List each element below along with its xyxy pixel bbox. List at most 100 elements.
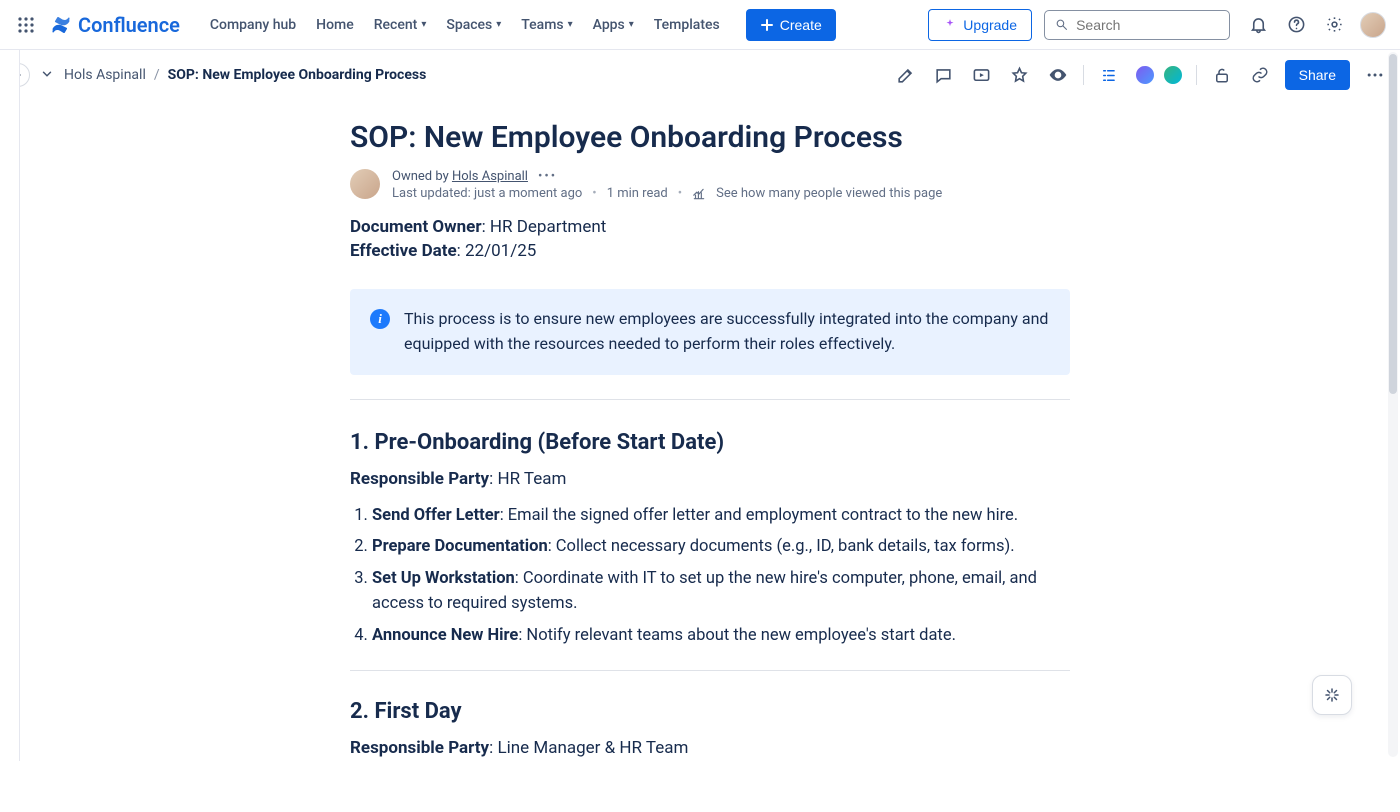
step-text: : Notify relevant teams about the new em… [518, 626, 956, 645]
vertical-scrollbar[interactable] [1388, 52, 1398, 757]
quick-actions-button[interactable] [1312, 675, 1352, 715]
owner-link[interactable]: Hols Aspinall [452, 169, 528, 184]
nav-label: Apps [593, 17, 625, 33]
chevron-down-icon: ▾ [421, 19, 426, 30]
meta-separator: • [592, 186, 596, 201]
unlock-icon[interactable] [1209, 62, 1235, 88]
steps-list: Send Offer Letter: Email the signed offe… [350, 503, 1070, 649]
settings-icon[interactable] [1322, 13, 1346, 37]
byline-more-icon[interactable]: ••• [538, 169, 557, 184]
sparkle-icon [943, 18, 957, 32]
step-title: Set Up Workstation [372, 569, 515, 588]
list-item: Send Offer Letter: Email the signed offe… [372, 503, 1070, 529]
doc-owner-label: Document Owner [350, 217, 482, 237]
nav-label: Templates [654, 17, 720, 33]
search-icon [1055, 17, 1068, 32]
nav-company-hub[interactable]: Company hub [202, 11, 304, 39]
effective-date-label: Effective Date [350, 241, 457, 261]
nav-label: Company hub [210, 17, 296, 33]
sidebar-collapsed-rail [0, 50, 20, 761]
link-icon[interactable] [1247, 62, 1273, 88]
nav-home[interactable]: Home [308, 11, 362, 39]
owned-by-prefix: Owned by [392, 169, 452, 184]
top-nav: Confluence Company hub Home Recent▾ Spac… [0, 0, 1400, 50]
section-heading: 1. Pre-Onboarding (Before Start Date) [350, 430, 1070, 455]
presence-avatars[interactable] [1134, 64, 1184, 86]
topnav-icons [1246, 12, 1386, 38]
divider [350, 670, 1070, 671]
responsible-party-label: Responsible Party [350, 469, 489, 489]
effective-date-value: : 22/01/25 [457, 241, 537, 261]
breadcrumb-current: SOP: New Employee Onboarding Process [168, 67, 427, 83]
page-byline: Owned by Hols Aspinall ••• Last updated:… [350, 169, 1070, 201]
toolbar-divider [1196, 65, 1197, 85]
info-panel: i This process is to ensure new employee… [350, 289, 1070, 375]
share-label: Share [1299, 67, 1336, 83]
step-title: Prepare Documentation [372, 537, 548, 556]
nav-spaces[interactable]: Spaces ▾ [438, 11, 509, 39]
info-text: This process is to ensure new employees … [404, 307, 1050, 357]
notifications-icon[interactable] [1246, 13, 1270, 37]
app-switcher-icon[interactable] [14, 13, 38, 37]
responsible-party-value: : Line Manager & HR Team [489, 738, 688, 758]
page-title: SOP: New Employee Onboarding Process [350, 120, 1070, 155]
chevron-down-icon: ▾ [568, 19, 573, 30]
nav-label: Spaces [446, 17, 492, 33]
more-icon[interactable] [1362, 62, 1388, 88]
plus-icon [760, 18, 774, 32]
nav-templates[interactable]: Templates [646, 11, 728, 39]
brand-name: Confluence [78, 13, 180, 37]
nav-label: Recent [374, 17, 418, 33]
list-item: Prepare Documentation: Collect necessary… [372, 534, 1070, 560]
last-updated-value[interactable]: just a moment ago [474, 186, 582, 201]
list-item: Set Up Workstation: Coordinate with IT t… [372, 566, 1070, 617]
info-icon: i [370, 309, 390, 329]
analytics-icon [692, 187, 706, 201]
upgrade-button[interactable]: Upgrade [928, 9, 1032, 41]
confluence-logo[interactable]: Confluence [50, 13, 180, 37]
step-text: : Email the signed offer letter and empl… [500, 506, 1018, 525]
divider [350, 399, 1070, 400]
edit-icon[interactable] [893, 62, 919, 88]
watch-icon[interactable] [1045, 62, 1071, 88]
present-icon[interactable] [969, 62, 995, 88]
responsible-party-label: Responsible Party [350, 738, 489, 758]
chevron-down-icon: ▾ [496, 19, 501, 30]
user-avatar[interactable] [1360, 12, 1386, 38]
nav-apps[interactable]: Apps▾ [585, 11, 642, 39]
outline-icon[interactable] [1096, 62, 1122, 88]
list-item: Announce New Hire: Notify relevant teams… [372, 623, 1070, 649]
meta-separator: • [678, 186, 682, 201]
nav-label: Teams [521, 17, 563, 33]
step-text: : Collect necessary documents (e.g., ID,… [548, 537, 1015, 556]
create-label: Create [780, 17, 822, 33]
share-button[interactable]: Share [1285, 60, 1350, 90]
read-time: 1 min read [607, 186, 668, 201]
search-box[interactable] [1044, 10, 1230, 40]
search-input[interactable] [1076, 17, 1219, 33]
comments-icon[interactable] [931, 62, 957, 88]
breadcrumb-parent[interactable]: Hols Aspinall [64, 67, 146, 83]
create-button[interactable]: Create [746, 9, 836, 41]
breadcrumb-tree-toggle[interactable] [38, 66, 56, 85]
step-title: Send Offer Letter [372, 506, 500, 525]
section-heading: 2. First Day [350, 699, 1070, 724]
page-toolbar: Hols Aspinall / SOP: New Employee Onboar… [0, 54, 1400, 96]
star-icon[interactable] [1007, 62, 1033, 88]
doc-owner-value: : HR Department [482, 217, 607, 237]
breadcrumb-separator: / [154, 67, 160, 83]
upgrade-label: Upgrade [963, 17, 1017, 33]
presence-avatar [1162, 64, 1184, 86]
step-title: Announce New Hire [372, 626, 518, 645]
toolbar-divider [1083, 65, 1084, 85]
nav-teams[interactable]: Teams ▾ [513, 11, 580, 39]
help-icon[interactable] [1284, 13, 1308, 37]
owner-avatar[interactable] [350, 169, 380, 199]
last-updated-label: Last updated: [392, 186, 474, 201]
page-content: SOP: New Employee Onboarding Process Own… [20, 96, 1400, 812]
view-analytics-link[interactable]: See how many people viewed this page [716, 186, 942, 201]
nav-label: Home [316, 17, 354, 33]
presence-avatar [1134, 64, 1156, 86]
nav-recent[interactable]: Recent▾ [366, 11, 435, 39]
responsible-party-value: : HR Team [489, 469, 566, 489]
